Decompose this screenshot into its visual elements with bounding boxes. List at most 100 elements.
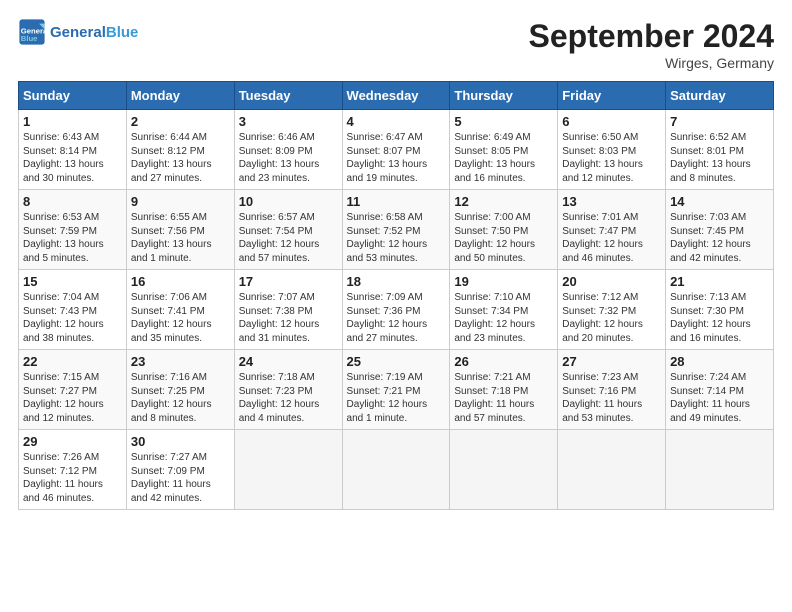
table-row: 16 Sunrise: 7:06 AM Sunset: 7:41 PM Dayl… — [126, 270, 234, 350]
day-info: Sunrise: 6:44 AM Sunset: 8:12 PM Dayligh… — [131, 131, 230, 185]
table-row: 21 Sunrise: 7:13 AM Sunset: 7:30 PM Dayl… — [666, 270, 774, 350]
logo: General Blue GeneralBlue — [18, 18, 138, 46]
table-row: 4 Sunrise: 6:47 AM Sunset: 8:07 PM Dayli… — [342, 110, 450, 190]
day-info: Sunrise: 6:43 AM Sunset: 8:14 PM Dayligh… — [23, 131, 122, 185]
col-tuesday: Tuesday — [234, 82, 342, 110]
title-block: September 2024 Wirges, Germany — [529, 18, 774, 71]
calendar-week-row: 22 Sunrise: 7:15 AM Sunset: 7:27 PM Dayl… — [19, 350, 774, 430]
table-row: 8 Sunrise: 6:53 AM Sunset: 7:59 PM Dayli… — [19, 190, 127, 270]
day-info: Sunrise: 7:07 AM Sunset: 7:38 PM Dayligh… — [239, 291, 338, 345]
table-row: 19 Sunrise: 7:10 AM Sunset: 7:34 PM Dayl… — [450, 270, 558, 350]
day-number: 29 — [23, 434, 122, 449]
logo-icon: General Blue — [18, 18, 46, 46]
table-row: 10 Sunrise: 6:57 AM Sunset: 7:54 PM Dayl… — [234, 190, 342, 270]
day-info: Sunrise: 7:09 AM Sunset: 7:36 PM Dayligh… — [347, 291, 446, 345]
day-number: 1 — [23, 114, 122, 129]
table-row: 12 Sunrise: 7:00 AM Sunset: 7:50 PM Dayl… — [450, 190, 558, 270]
day-info: Sunrise: 7:27 AM Sunset: 7:09 PM Dayligh… — [131, 451, 230, 505]
day-number: 19 — [454, 274, 553, 289]
day-number: 6 — [562, 114, 661, 129]
day-number: 8 — [23, 194, 122, 209]
col-saturday: Saturday — [666, 82, 774, 110]
calendar-week-row: 8 Sunrise: 6:53 AM Sunset: 7:59 PM Dayli… — [19, 190, 774, 270]
calendar-week-row: 29 Sunrise: 7:26 AM Sunset: 7:12 PM Dayl… — [19, 430, 774, 510]
day-info: Sunrise: 6:57 AM Sunset: 7:54 PM Dayligh… — [239, 211, 338, 265]
table-row: 14 Sunrise: 7:03 AM Sunset: 7:45 PM Dayl… — [666, 190, 774, 270]
day-number: 24 — [239, 354, 338, 369]
table-row: 29 Sunrise: 7:26 AM Sunset: 7:12 PM Dayl… — [19, 430, 127, 510]
calendar-week-row: 15 Sunrise: 7:04 AM Sunset: 7:43 PM Dayl… — [19, 270, 774, 350]
day-number: 20 — [562, 274, 661, 289]
table-row: 9 Sunrise: 6:55 AM Sunset: 7:56 PM Dayli… — [126, 190, 234, 270]
calendar-week-row: 1 Sunrise: 6:43 AM Sunset: 8:14 PM Dayli… — [19, 110, 774, 190]
table-row: 15 Sunrise: 7:04 AM Sunset: 7:43 PM Dayl… — [19, 270, 127, 350]
table-row: 11 Sunrise: 6:58 AM Sunset: 7:52 PM Dayl… — [342, 190, 450, 270]
day-info: Sunrise: 7:19 AM Sunset: 7:21 PM Dayligh… — [347, 371, 446, 425]
day-number: 5 — [454, 114, 553, 129]
table-row: 6 Sunrise: 6:50 AM Sunset: 8:03 PM Dayli… — [558, 110, 666, 190]
day-number: 11 — [347, 194, 446, 209]
table-row: 25 Sunrise: 7:19 AM Sunset: 7:21 PM Dayl… — [342, 350, 450, 430]
day-info: Sunrise: 7:06 AM Sunset: 7:41 PM Dayligh… — [131, 291, 230, 345]
table-row: 5 Sunrise: 6:49 AM Sunset: 8:05 PM Dayli… — [450, 110, 558, 190]
table-row: 28 Sunrise: 7:24 AM Sunset: 7:14 PM Dayl… — [666, 350, 774, 430]
day-info: Sunrise: 7:10 AM Sunset: 7:34 PM Dayligh… — [454, 291, 553, 345]
day-number: 26 — [454, 354, 553, 369]
table-row: 2 Sunrise: 6:44 AM Sunset: 8:12 PM Dayli… — [126, 110, 234, 190]
day-number: 4 — [347, 114, 446, 129]
day-info: Sunrise: 7:16 AM Sunset: 7:25 PM Dayligh… — [131, 371, 230, 425]
day-info: Sunrise: 7:24 AM Sunset: 7:14 PM Dayligh… — [670, 371, 769, 425]
day-info: Sunrise: 7:26 AM Sunset: 7:12 PM Dayligh… — [23, 451, 122, 505]
day-number: 12 — [454, 194, 553, 209]
col-monday: Monday — [126, 82, 234, 110]
day-info: Sunrise: 7:18 AM Sunset: 7:23 PM Dayligh… — [239, 371, 338, 425]
day-number: 22 — [23, 354, 122, 369]
month-title: September 2024 — [529, 18, 774, 55]
table-row: 3 Sunrise: 6:46 AM Sunset: 8:09 PM Dayli… — [234, 110, 342, 190]
logo-text: GeneralBlue — [50, 24, 138, 41]
table-row: 18 Sunrise: 7:09 AM Sunset: 7:36 PM Dayl… — [342, 270, 450, 350]
day-number: 17 — [239, 274, 338, 289]
table-row: 30 Sunrise: 7:27 AM Sunset: 7:09 PM Dayl… — [126, 430, 234, 510]
table-row: 24 Sunrise: 7:18 AM Sunset: 7:23 PM Dayl… — [234, 350, 342, 430]
location: Wirges, Germany — [529, 55, 774, 71]
day-number: 21 — [670, 274, 769, 289]
table-row: 20 Sunrise: 7:12 AM Sunset: 7:32 PM Dayl… — [558, 270, 666, 350]
day-info: Sunrise: 6:52 AM Sunset: 8:01 PM Dayligh… — [670, 131, 769, 185]
day-info: Sunrise: 6:46 AM Sunset: 8:09 PM Dayligh… — [239, 131, 338, 185]
table-row — [666, 430, 774, 510]
table-row: 7 Sunrise: 6:52 AM Sunset: 8:01 PM Dayli… — [666, 110, 774, 190]
col-sunday: Sunday — [19, 82, 127, 110]
day-info: Sunrise: 6:55 AM Sunset: 7:56 PM Dayligh… — [131, 211, 230, 265]
header-row: Sunday Monday Tuesday Wednesday Thursday… — [19, 82, 774, 110]
day-info: Sunrise: 6:58 AM Sunset: 7:52 PM Dayligh… — [347, 211, 446, 265]
table-row: 13 Sunrise: 7:01 AM Sunset: 7:47 PM Dayl… — [558, 190, 666, 270]
calendar-table: Sunday Monday Tuesday Wednesday Thursday… — [18, 81, 774, 510]
svg-text:Blue: Blue — [21, 34, 38, 43]
day-number: 13 — [562, 194, 661, 209]
day-number: 27 — [562, 354, 661, 369]
table-row — [342, 430, 450, 510]
day-info: Sunrise: 7:15 AM Sunset: 7:27 PM Dayligh… — [23, 371, 122, 425]
day-number: 2 — [131, 114, 230, 129]
day-number: 10 — [239, 194, 338, 209]
day-number: 28 — [670, 354, 769, 369]
table-row: 1 Sunrise: 6:43 AM Sunset: 8:14 PM Dayli… — [19, 110, 127, 190]
day-info: Sunrise: 7:01 AM Sunset: 7:47 PM Dayligh… — [562, 211, 661, 265]
col-friday: Friday — [558, 82, 666, 110]
day-number: 15 — [23, 274, 122, 289]
table-row — [234, 430, 342, 510]
table-row — [450, 430, 558, 510]
day-number: 16 — [131, 274, 230, 289]
day-number: 7 — [670, 114, 769, 129]
day-info: Sunrise: 7:12 AM Sunset: 7:32 PM Dayligh… — [562, 291, 661, 345]
table-row: 17 Sunrise: 7:07 AM Sunset: 7:38 PM Dayl… — [234, 270, 342, 350]
day-info: Sunrise: 6:53 AM Sunset: 7:59 PM Dayligh… — [23, 211, 122, 265]
table-row: 27 Sunrise: 7:23 AM Sunset: 7:16 PM Dayl… — [558, 350, 666, 430]
table-row: 23 Sunrise: 7:16 AM Sunset: 7:25 PM Dayl… — [126, 350, 234, 430]
day-number: 30 — [131, 434, 230, 449]
day-number: 23 — [131, 354, 230, 369]
table-row: 26 Sunrise: 7:21 AM Sunset: 7:18 PM Dayl… — [450, 350, 558, 430]
table-row: 22 Sunrise: 7:15 AM Sunset: 7:27 PM Dayl… — [19, 350, 127, 430]
day-number: 3 — [239, 114, 338, 129]
